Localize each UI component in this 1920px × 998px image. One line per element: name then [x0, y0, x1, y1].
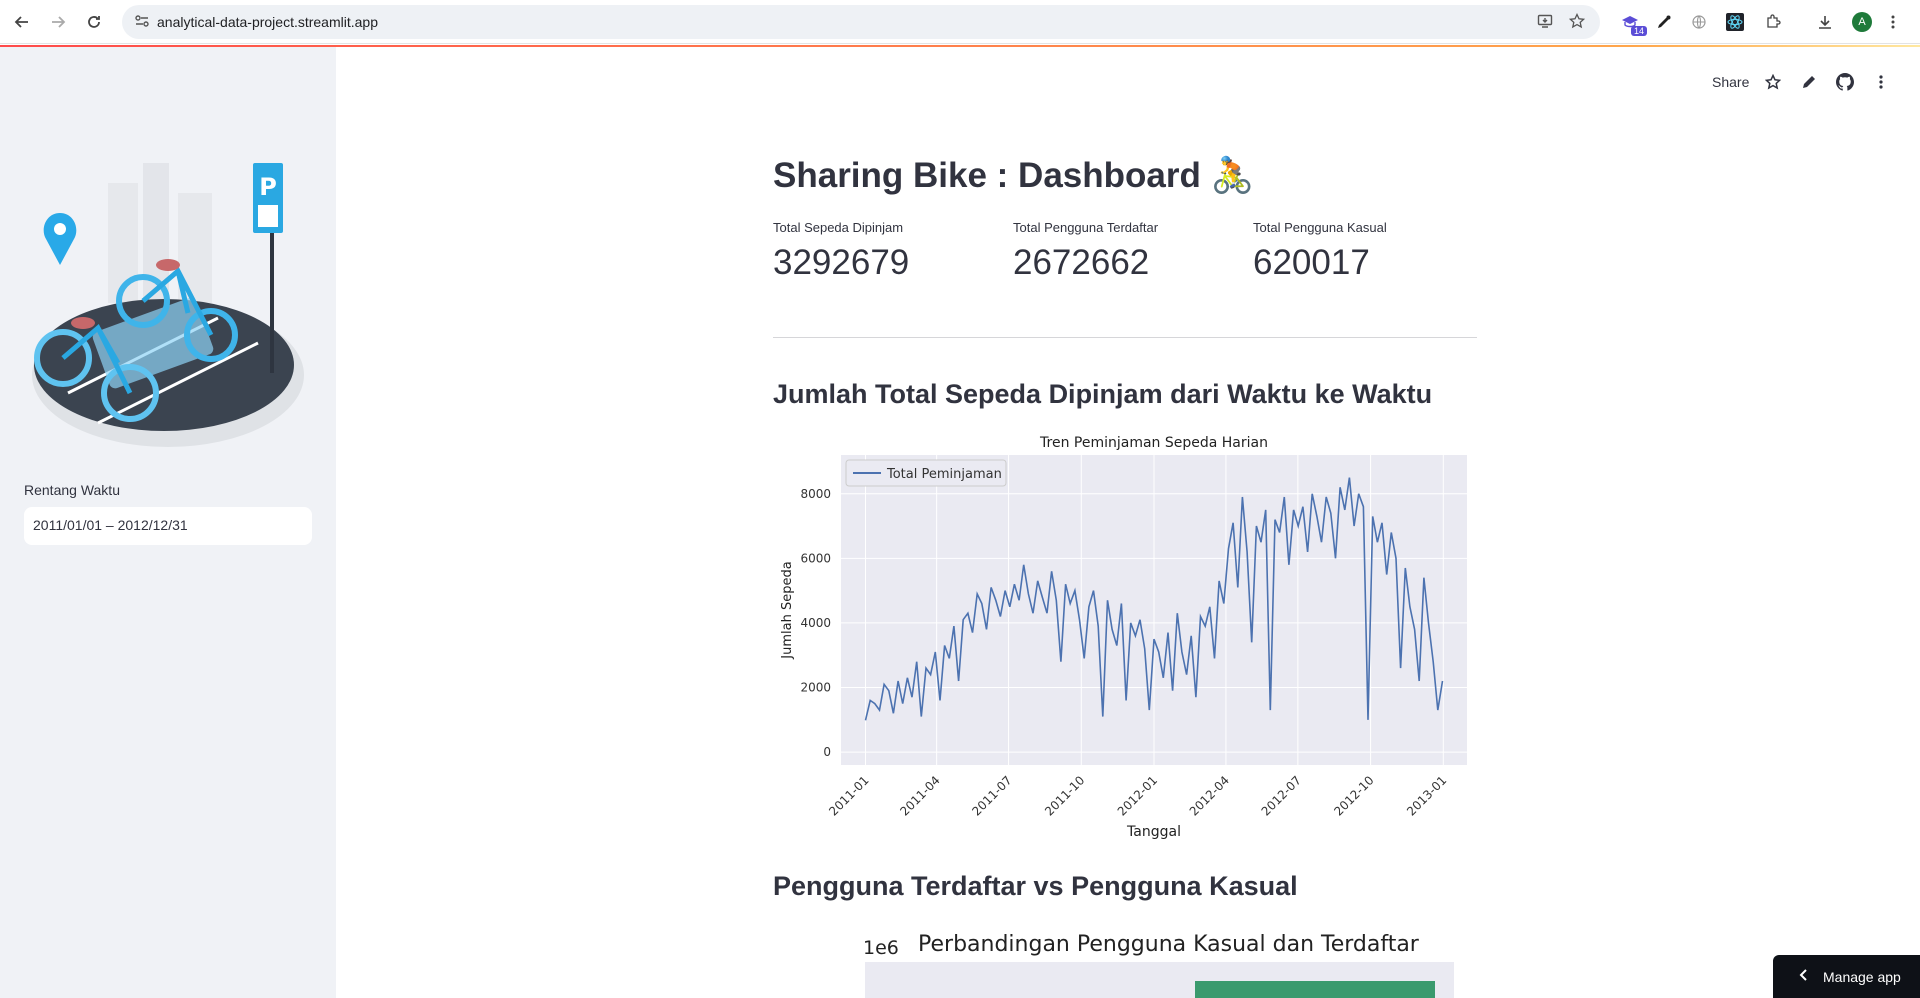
y-tick-label: 8000 [800, 487, 831, 501]
chevron-left-icon [1799, 968, 1809, 986]
x-tick-label: 2011-04 [897, 773, 942, 818]
github-icon[interactable] [1834, 71, 1856, 93]
metric-registered-users: Total Pengguna Terdaftar 2672662 [1013, 220, 1158, 283]
metric-value: 620017 [1253, 243, 1370, 282]
x-tick-label: 2012-04 [1187, 773, 1232, 818]
x-tick-label: 2012-07 [1259, 773, 1304, 818]
y-tick-label: 0 [823, 745, 831, 759]
x-tick-label: 2011-01 [826, 773, 871, 818]
y-tick-label: 4000 [800, 616, 831, 630]
x-tick-label: 2012-01 [1115, 773, 1160, 818]
browser-toolbar: analytical-data-project.streamlit.app 14… [0, 0, 1920, 44]
chart-title: Perbandingan Pengguna Kasual dan Terdaft… [918, 932, 1420, 957]
metric-label: Total Sepeda Dipinjam [773, 220, 904, 235]
bookmark-star-icon[interactable] [1568, 12, 1586, 31]
metric-total-rentals: Total Sepeda Dipinjam 3292679 [773, 220, 909, 283]
x-tick-label: 2013-01 [1404, 773, 1449, 818]
reload-icon[interactable] [82, 10, 106, 34]
forward-arrow-icon[interactable] [46, 10, 70, 34]
sidebar: P Rentang Waktu 2011/01/01 – 2012/12/31 [0, 47, 336, 998]
extension-graduation-icon[interactable]: 14 [1619, 11, 1647, 36]
url-text: analytical-data-project.streamlit.app [157, 14, 378, 30]
extensions-puzzle-icon[interactable] [1762, 11, 1784, 33]
bike-parking-illustration: P [32, 163, 304, 447]
y-tick-label: 6000 [800, 551, 831, 565]
extension-badge: 14 [1630, 26, 1647, 36]
x-axis-ticks: 2011-01 2011-04 2011-07 2011-10 2012-01 2012-… [826, 773, 1449, 818]
browser-menu-icon[interactable] [1882, 11, 1904, 33]
x-axis-label: Tanggal [1126, 824, 1181, 840]
chart-title: Tren Peminjaman Sepeda Harian [1039, 435, 1268, 451]
divider [773, 337, 1477, 338]
profile-avatar[interactable]: A [1852, 12, 1872, 32]
install-app-icon[interactable] [1536, 13, 1554, 31]
back-arrow-icon[interactable] [10, 10, 34, 34]
manage-app-button[interactable]: Manage app [1773, 955, 1920, 998]
metric-value: 3292679 [773, 243, 910, 282]
section-title-comparison: Pengguna Terdaftar vs Pengguna Kasual [773, 871, 1298, 901]
metric-label: Total Pengguna Kasual [1253, 220, 1387, 235]
metric-label: Total Pengguna Terdaftar [1013, 220, 1159, 235]
share-button[interactable]: Share [1712, 74, 1749, 90]
legend: Total Peminjaman [845, 459, 1007, 487]
section-title-trend: Jumlah Total Sepeda Dipinjam dari Waktu … [773, 379, 1433, 409]
address-bar[interactable]: analytical-data-project.streamlit.app [122, 5, 1600, 39]
date-range-label: Rentang Waktu [24, 482, 120, 498]
axis-scale-label: 1e6 [863, 937, 899, 959]
main-menu-icon[interactable] [1870, 71, 1892, 93]
star-icon[interactable] [1762, 71, 1784, 93]
user-comparison-bar-chart: 1e6 Perbandingan Pengguna Kasual dan Ter… [863, 932, 1454, 998]
bar-registered [1195, 981, 1435, 998]
site-settings-icon[interactable] [134, 13, 152, 31]
y-tick-label: 2000 [800, 681, 831, 695]
metric-value: 2672662 [1013, 243, 1150, 282]
x-tick-label: 2011-10 [1042, 773, 1087, 818]
svg-text:P: P [259, 173, 277, 201]
x-tick-label: 2011-07 [969, 773, 1014, 818]
daily-rentals-line-chart: Tren Peminjaman Sepeda Harian 0 2000 4000 6… [780, 435, 1467, 840]
edit-pencil-icon[interactable] [1798, 71, 1820, 93]
metric-casual-users: Total Pengguna Kasual 620017 [1253, 220, 1387, 283]
extension-globe-icon[interactable] [1688, 11, 1710, 33]
extension-react-icon[interactable] [1724, 11, 1746, 33]
manage-app-label: Manage app [1823, 968, 1901, 985]
legend-label: Total Peminjaman [886, 467, 1002, 482]
y-axis-label: Jumlah Sepeda [780, 561, 795, 659]
extension-pen-icon[interactable] [1653, 11, 1675, 33]
y-axis-ticks: 0 2000 4000 6000 8000 [800, 487, 831, 759]
x-tick-label: 2012-10 [1331, 773, 1376, 818]
page-title: Sharing Bike : Dashboard 🚴 [773, 156, 1255, 195]
downloads-icon[interactable] [1814, 11, 1836, 33]
date-range-input[interactable]: 2011/01/01 – 2012/12/31 [24, 507, 312, 545]
